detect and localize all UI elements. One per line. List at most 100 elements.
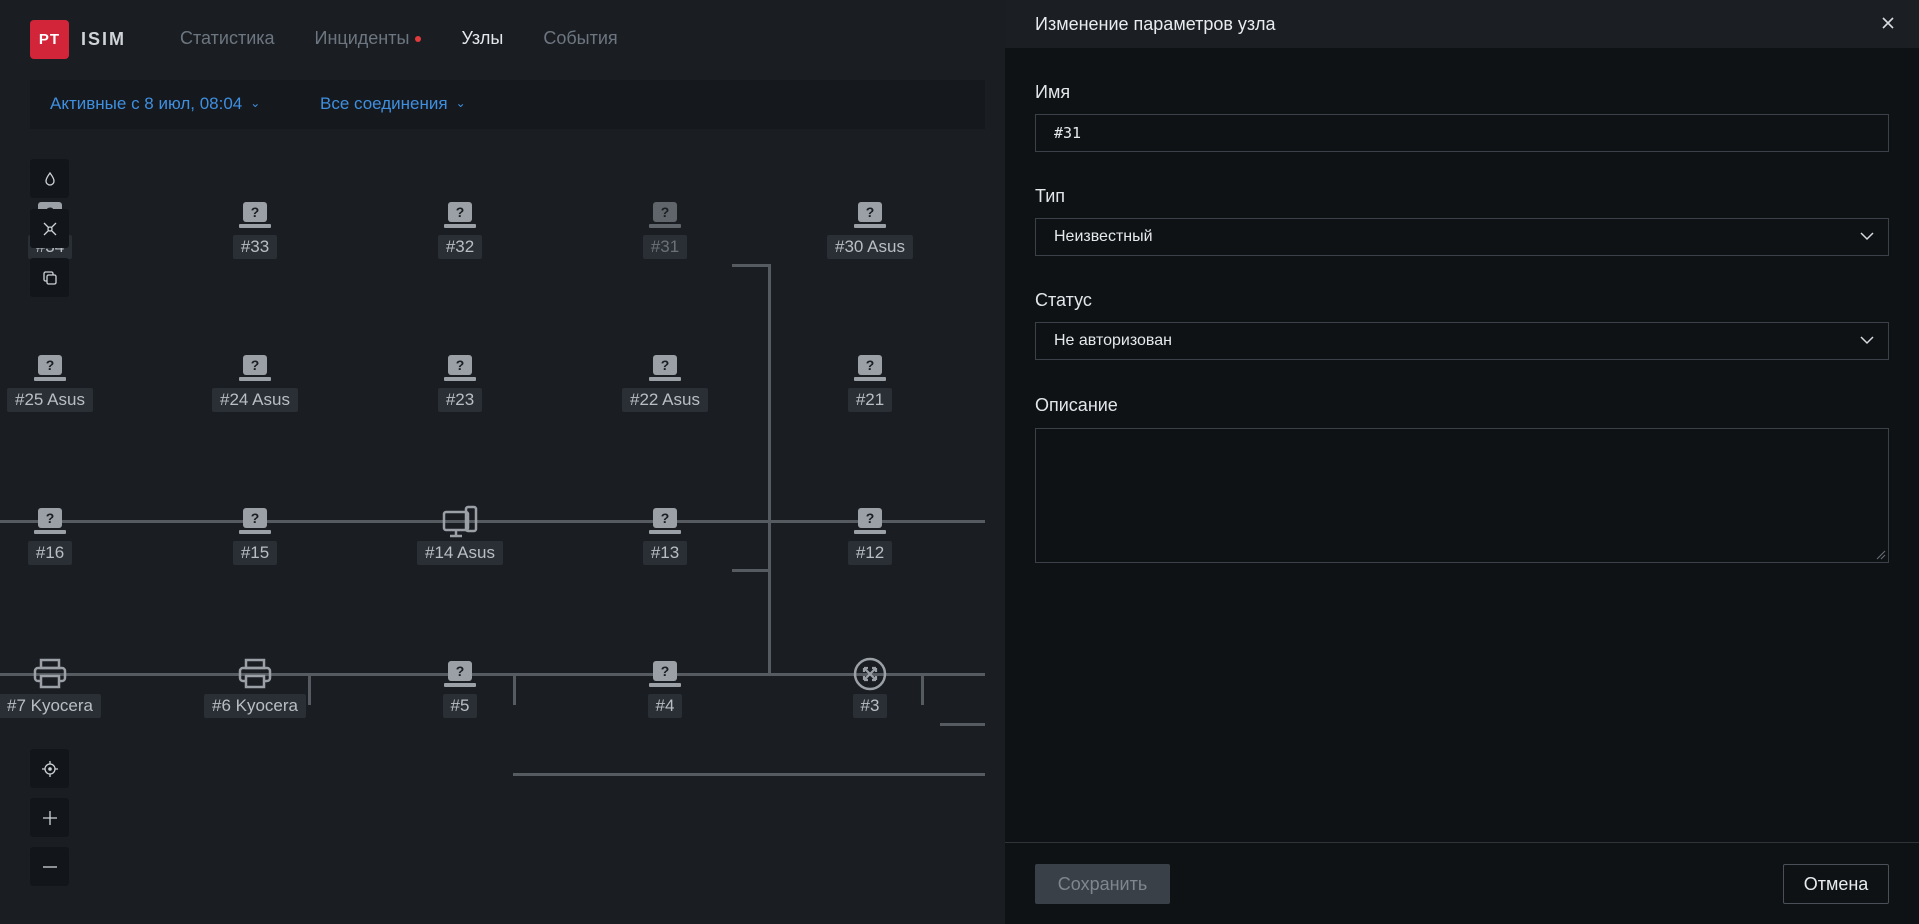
nav-statistics[interactable]: Статистика: [180, 28, 275, 49]
map-node[interactable]: ? #12: [815, 503, 925, 565]
type-select-value: Неизвестный: [1054, 228, 1153, 245]
map-node-label: #32: [437, 235, 483, 259]
map-node-label: #13: [642, 541, 688, 565]
svg-text:?: ?: [866, 510, 875, 526]
map-node[interactable]: ? #32: [405, 197, 515, 259]
svg-text:?: ?: [251, 204, 260, 220]
unknown-laptop-icon: ?: [444, 355, 476, 381]
nav-incidents-label: Инциденты: [314, 28, 410, 48]
svg-text:?: ?: [456, 357, 465, 373]
period-filter[interactable]: Активные с 8 июл, 08:04 ⌄: [50, 94, 260, 114]
map-node-label: #30 Asus: [827, 235, 913, 259]
map-node[interactable]: ? #16: [0, 503, 105, 565]
unknown-laptop-icon: ?: [649, 661, 681, 687]
svg-text:?: ?: [866, 357, 875, 373]
router-icon: [853, 657, 887, 691]
map-node[interactable]: ? #22 Asus: [610, 350, 720, 412]
locate-icon: [41, 760, 58, 777]
printer-icon: [33, 658, 67, 689]
map-node[interactable]: ? #24 Asus: [200, 350, 310, 412]
map-node[interactable]: #7 Kyocera: [0, 656, 105, 718]
map-node[interactable]: ? #21: [815, 350, 925, 412]
incident-alert-dot: [415, 36, 422, 43]
description-textarea[interactable]: [1035, 428, 1889, 563]
map-node-label: #25 Asus: [7, 388, 93, 412]
unknown-laptop-icon: ?: [649, 508, 681, 534]
app-logo[interactable]: PT ISIM: [30, 20, 126, 59]
map-node-label: #4: [647, 694, 683, 718]
connections-filter[interactable]: Все соединения ⌄: [320, 94, 466, 114]
connection-line: [768, 264, 771, 676]
svg-text:?: ?: [661, 204, 670, 220]
unknown-laptop-icon: ?: [239, 355, 271, 381]
nav-incidents[interactable]: Инциденты: [315, 28, 422, 49]
unknown-laptop-icon: ?: [34, 508, 66, 534]
svg-text:?: ?: [46, 510, 55, 526]
connection-line: [940, 723, 985, 726]
connection-line: [732, 264, 770, 267]
chevron-down-icon: ⌄: [250, 96, 261, 110]
map-node-label: #21: [847, 388, 893, 412]
cancel-button[interactable]: Отмена: [1783, 864, 1889, 904]
map-node-label: #14 Asus: [417, 541, 503, 565]
edit-node-panel: Изменение параметров узла Имя #31 Тип Не…: [1005, 0, 1919, 924]
name-label: Имя: [1035, 82, 1071, 102]
svg-text:?: ?: [46, 357, 55, 373]
map-node-label: #3: [852, 694, 888, 718]
name-input[interactable]: #31: [1035, 114, 1889, 152]
chevron-down-icon: [1860, 336, 1874, 345]
map-node-label: #23: [437, 388, 483, 412]
map-node[interactable]: ? #30 Asus: [815, 197, 925, 259]
chevron-down-icon: ⌄: [455, 96, 466, 110]
close-icon[interactable]: [1877, 12, 1899, 34]
unknown-laptop-icon: ?: [649, 355, 681, 381]
center-map-button[interactable]: [30, 749, 69, 788]
unknown-laptop-icon: ?: [444, 202, 476, 228]
unknown-laptop-icon: ?: [239, 508, 271, 534]
plus-icon: [42, 810, 57, 825]
nav-nodes[interactable]: Узлы: [461, 28, 503, 49]
filter-bar: Активные с 8 июл, 08:04 ⌄ Все соединения ⌄: [30, 80, 985, 129]
type-select[interactable]: Неизвестный: [1035, 218, 1889, 256]
map-node[interactable]: #14 Asus: [405, 503, 515, 565]
map-node[interactable]: ? #23: [405, 350, 515, 412]
zoom-in-button[interactable]: [30, 798, 69, 837]
map-node-label: #5: [442, 694, 478, 718]
workstation-icon: [442, 505, 478, 538]
svg-text:?: ?: [456, 204, 465, 220]
connection-line: [732, 569, 770, 572]
svg-text:?: ?: [661, 510, 670, 526]
map-node[interactable]: ? #31: [610, 197, 720, 259]
map-node[interactable]: ? #5: [405, 656, 515, 718]
map-node[interactable]: ? #25 Asus: [0, 350, 105, 412]
map-node[interactable]: ? #33: [200, 197, 310, 259]
map-node[interactable]: #3: [815, 656, 925, 718]
svg-text:?: ?: [866, 204, 875, 220]
status-select[interactable]: Не авторизован: [1035, 322, 1889, 360]
topology-tool-button[interactable]: [30, 209, 69, 248]
map-node[interactable]: #6 Kyocera: [200, 656, 310, 718]
save-button[interactable]: Сохранить: [1035, 864, 1170, 904]
unknown-laptop-icon: ?: [854, 202, 886, 228]
resize-handle-icon[interactable]: [1874, 548, 1886, 560]
zoom-out-button[interactable]: [30, 847, 69, 886]
map-node[interactable]: ? #4: [610, 656, 720, 718]
unknown-laptop-icon: ?: [34, 355, 66, 381]
nav-events[interactable]: События: [543, 28, 617, 49]
map-node[interactable]: ? #15: [200, 503, 310, 565]
panel-divider: [985, 0, 1005, 924]
connection-line: [513, 773, 985, 776]
map-node-label: #16: [27, 541, 73, 565]
network-map[interactable]: ?#34?#33?#32?#31?#30 Asus?#25 Asus?#24 A…: [0, 129, 985, 924]
main-nav: Статистика Инциденты Узлы События: [180, 28, 618, 49]
network-icon: [43, 222, 56, 235]
drop-tool-button[interactable]: [30, 159, 69, 198]
svg-text:?: ?: [661, 357, 670, 373]
footer-divider: [1005, 842, 1919, 843]
status-select-value: Не авторизован: [1054, 332, 1172, 349]
period-filter-label: Активные с 8 июл, 08:04: [50, 94, 243, 113]
map-node[interactable]: ? #13: [610, 503, 720, 565]
unknown-laptop-icon: ?: [239, 202, 271, 228]
copy-tool-button[interactable]: [30, 258, 69, 297]
logo-text: ISIM: [81, 29, 127, 49]
